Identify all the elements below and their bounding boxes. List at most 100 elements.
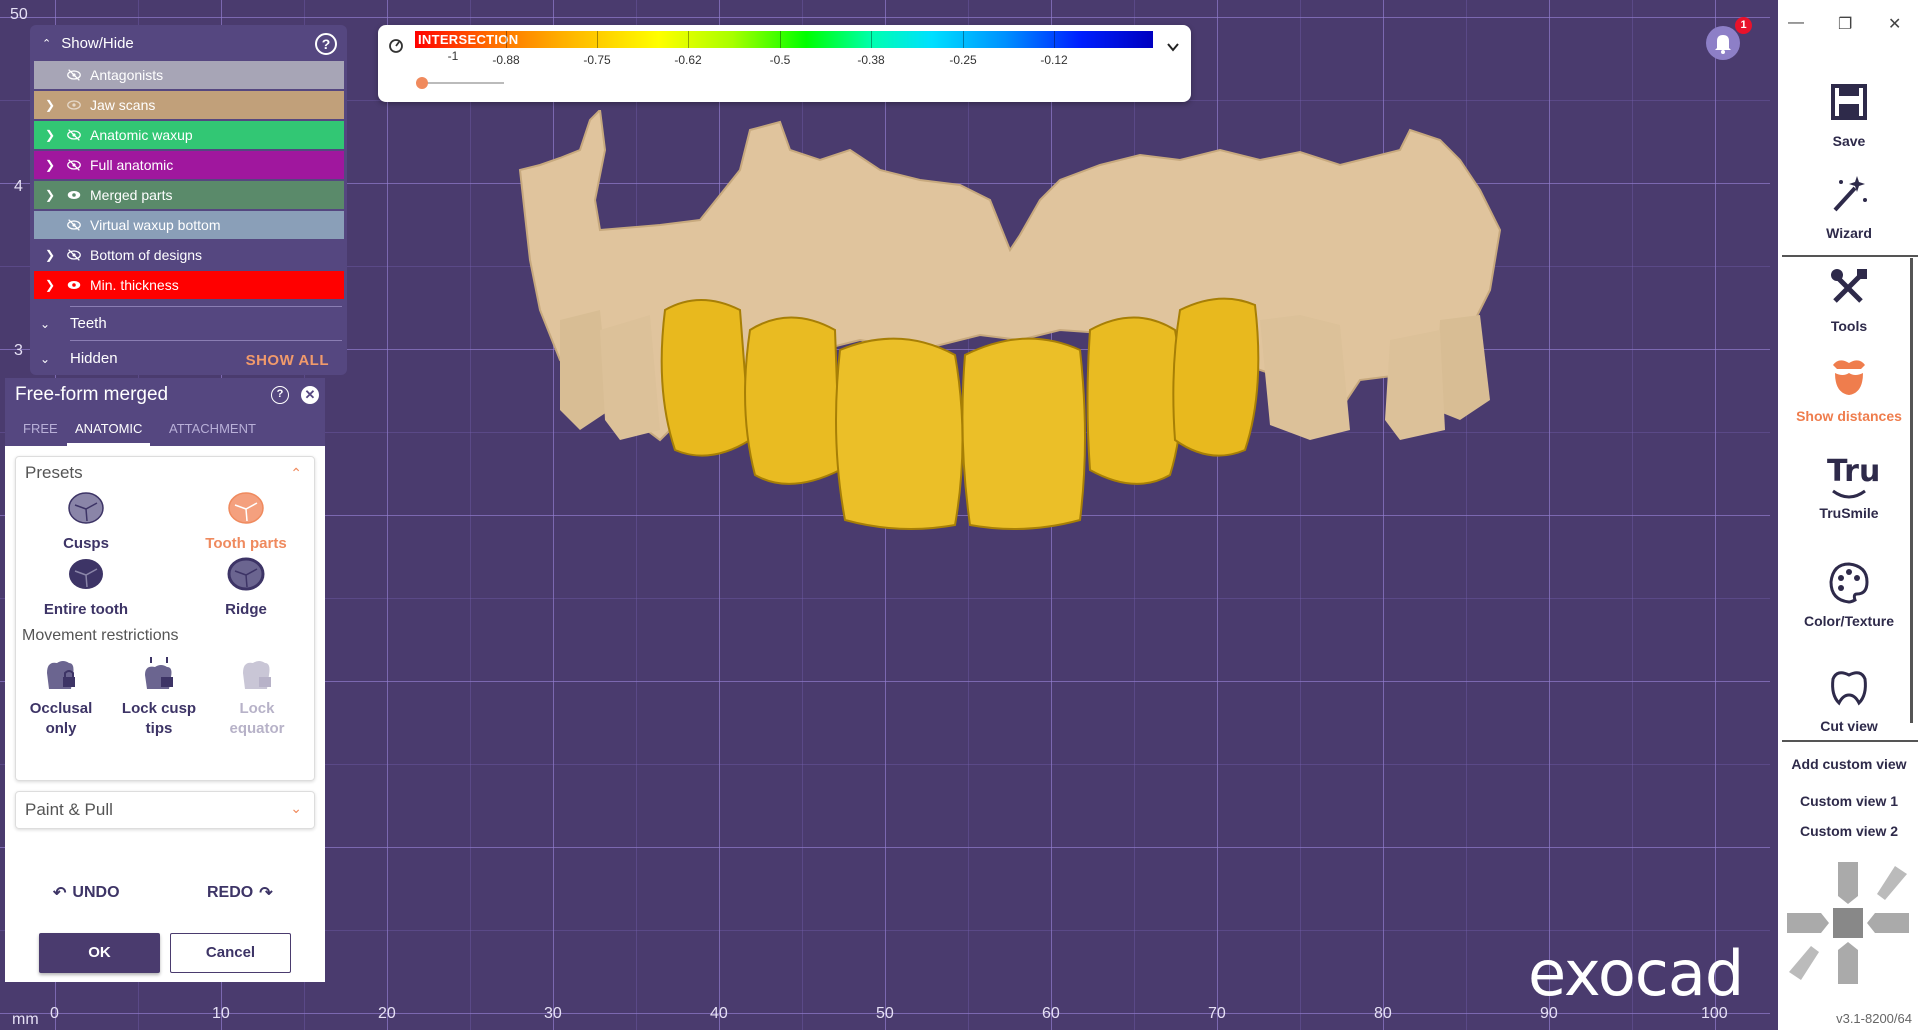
layer-label: Full anatomic [90, 157, 174, 173]
view-corner-icon[interactable] [1877, 866, 1907, 900]
cut-view-button[interactable]: Cut view [1778, 665, 1920, 734]
restriction-lock-cusp-tips[interactable]: Lock cusp tips [114, 655, 204, 739]
help-icon[interactable]: ? [315, 33, 337, 55]
tooth-crown [660, 299, 752, 457]
sidebar-item-label: Tools [1830, 318, 1868, 334]
eye-off-icon[interactable] [66, 159, 84, 171]
free-form-header: Free-form merged ? ✕ FREE ANATOMIC ATTAC… [5, 378, 325, 446]
preset-label: Entire tooth [43, 601, 129, 618]
close-window-icon[interactable]: ✕ [1888, 14, 1901, 34]
scale-slider-track[interactable] [418, 82, 504, 84]
view-right-icon[interactable] [1867, 913, 1909, 933]
tab-free[interactable]: FREE [15, 418, 66, 446]
layer-label: Jaw scans [90, 97, 156, 113]
eye-faded-icon[interactable] [66, 99, 84, 111]
ok-button[interactable]: OK [39, 933, 160, 973]
ruler-bottom-label: 0 [50, 1005, 59, 1022]
view-front-icon[interactable] [1833, 908, 1863, 938]
scale-tick-mark [780, 31, 781, 48]
ruler-left-label: 4 [14, 178, 23, 195]
redo-button[interactable]: REDO ↷ [207, 883, 273, 903]
layer-row-jaw-scans[interactable]: ❯ Jaw scans [34, 91, 344, 119]
undo-button[interactable]: ↶ UNDO [53, 883, 120, 903]
movement-restrictions-title: Movement restrictions [22, 627, 179, 644]
chevron-right-icon[interactable]: ❯ [40, 98, 60, 112]
view-left-icon[interactable] [1787, 913, 1829, 933]
close-icon[interactable]: ✕ [301, 386, 319, 404]
chevron-right-icon[interactable]: ❯ [40, 248, 60, 262]
restriction-label: equator [229, 720, 285, 737]
trusmile-button[interactable]: Tru TruSmile [1778, 455, 1920, 522]
cancel-button[interactable]: Cancel [170, 933, 291, 973]
custom-view-2-button[interactable]: Custom view 2 [1778, 823, 1920, 839]
layer-row-full-anatomic[interactable]: ❯ Full anatomic [34, 151, 344, 179]
view-corner-icon[interactable] [1789, 946, 1819, 980]
preset-ridge[interactable]: Ridge [186, 557, 306, 618]
tab-anatomic[interactable]: ANATOMIC [67, 418, 151, 446]
paint-pull-section[interactable]: Paint & Pull ⌄ [15, 791, 315, 829]
layer-row-min-thickness[interactable]: ❯ Min. thickness [34, 271, 344, 299]
dental-model[interactable] [500, 110, 1560, 530]
help-icon[interactable]: ? [271, 386, 289, 404]
save-button[interactable]: Save [1778, 80, 1920, 149]
notification-button[interactable] [1706, 26, 1740, 60]
show-distances-button[interactable]: Show distances [1778, 355, 1920, 424]
show-distances-icon [1833, 360, 1865, 395]
restriction-lock-equator[interactable]: Lock equator [212, 655, 302, 739]
scale-label: INTERSECTION [418, 32, 519, 47]
eye-off-icon[interactable] [66, 219, 84, 231]
eye-icon[interactable] [66, 189, 84, 201]
scale-slider-handle[interactable] [416, 77, 428, 89]
layer-row-bottom-of-designs[interactable]: ❯ Bottom of designs [34, 241, 344, 269]
undo-label: UNDO [72, 884, 120, 901]
layer-row-anatomic-waxup[interactable]: ❯ Anatomic waxup [34, 121, 344, 149]
preset-cusps[interactable]: Cusps [26, 491, 146, 552]
chevron-right-icon[interactable]: ❯ [40, 158, 60, 172]
gauge-icon[interactable] [388, 37, 404, 53]
custom-view-1-button[interactable]: Custom view 1 [1778, 793, 1920, 809]
add-custom-view-button[interactable]: Add custom view [1778, 756, 1920, 772]
scale-tick-label: -0.12 [1040, 53, 1068, 67]
chevron-right-icon[interactable]: ❯ [40, 188, 60, 202]
view-bottom-icon[interactable] [1838, 942, 1858, 984]
eye-off-icon[interactable] [66, 249, 84, 261]
view-navigation-cube[interactable] [1785, 860, 1911, 990]
layer-row-merged-parts[interactable]: ❯ Merged parts [34, 181, 344, 209]
ruler-bottom-label: 40 [710, 1005, 728, 1022]
view-top-icon[interactable] [1838, 862, 1858, 904]
teeth-section[interactable]: ⌄ Teeth [40, 315, 340, 332]
chevron-down-icon[interactable]: ⌄ [290, 800, 302, 817]
tools-button[interactable]: Tools [1778, 265, 1920, 334]
chevron-right-icon[interactable]: ❯ [40, 278, 60, 292]
tab-attachment[interactable]: ATTACHMENT [161, 418, 264, 446]
preset-entire-tooth[interactable]: Entire tooth [26, 557, 146, 618]
chevron-right-icon[interactable]: ❯ [40, 128, 60, 142]
scale-tick-mark [506, 31, 507, 48]
bell-icon [1715, 35, 1731, 54]
layer-label: Antagonists [90, 67, 164, 83]
preset-label: Tooth parts [205, 535, 287, 552]
eye-icon[interactable] [66, 279, 84, 291]
preset-tooth-parts[interactable]: Tooth parts [186, 491, 306, 552]
color-texture-button[interactable]: Color/Texture [1778, 560, 1920, 629]
distance-color-scale: INTERSECTION -1 -0.88 -0.75 -0.62 -0.5 -… [378, 25, 1191, 102]
chevron-up-icon[interactable]: ⌃ [290, 465, 302, 482]
layer-row-antagonists[interactable]: Antagonists [34, 61, 344, 89]
restore-icon[interactable]: ❐ [1838, 14, 1852, 34]
restriction-label: Lock [239, 700, 275, 717]
color-gradient-bar [415, 31, 1153, 48]
chevron-down-icon[interactable] [1165, 39, 1181, 55]
sidebar-scrollbar[interactable] [1910, 258, 1913, 723]
show-all-button[interactable]: SHOW ALL [246, 352, 329, 369]
minimize-icon[interactable]: — [1788, 14, 1804, 32]
sidebar-item-label: TruSmile [1819, 505, 1879, 521]
layer-row-virtual-waxup-bottom[interactable]: Virtual waxup bottom [34, 211, 344, 239]
eye-off-icon[interactable] [66, 69, 84, 81]
eye-off-icon[interactable] [66, 129, 84, 141]
show-hide-header[interactable]: ⌃ Show/Hide [42, 35, 134, 52]
entire-tooth-icon [69, 559, 103, 589]
exocad-logo: exocad [1528, 937, 1744, 1010]
restriction-occlusal-only[interactable]: Occlusal only [16, 655, 106, 739]
3d-viewport[interactable]: 50 4 3 mm 0 10 20 30 40 50 60 70 80 90 1… [0, 0, 1770, 1030]
wizard-button[interactable]: Wizard [1778, 172, 1920, 241]
